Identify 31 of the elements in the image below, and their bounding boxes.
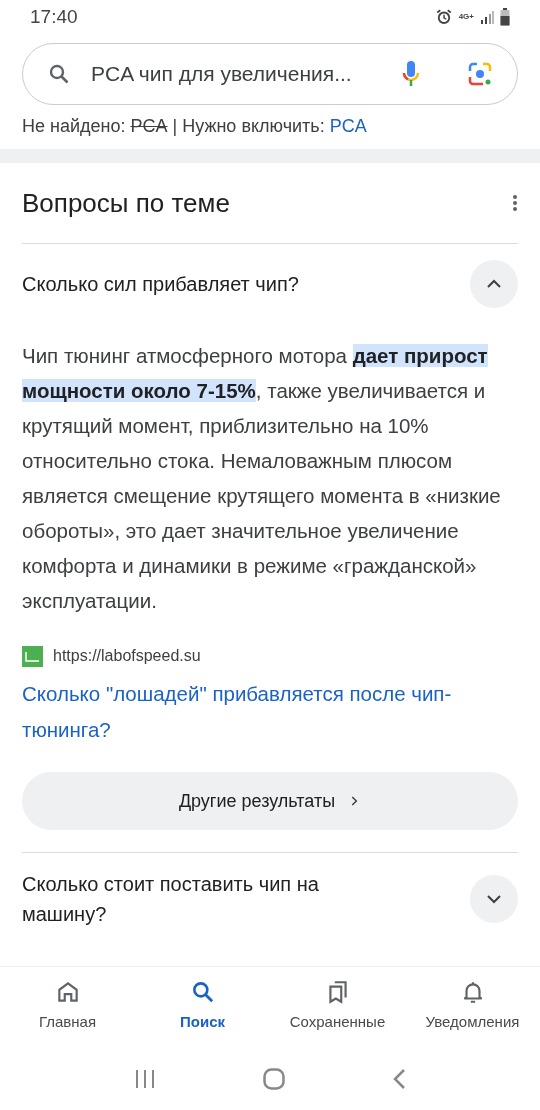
home-button-icon[interactable] [263,1068,285,1090]
chevron-up-icon [470,260,518,308]
back-icon[interactable] [392,1068,407,1090]
source-url: https://labofspeed.su [53,646,201,666]
site-logo-icon [22,645,43,667]
section-title: Вопросы по теме [22,186,230,220]
source-link[interactable]: Сколько "лошадей" прибавляется после чип-тюнинга? [22,676,518,748]
more-results-button[interactable]: Другие результаты [22,772,518,830]
nav-tab[interactable]: Уведомления [405,967,540,1048]
status-time: 17:40 [30,4,78,29]
question-row[interactable]: Сколько сил прибавляет чип? [22,244,518,324]
chevron-down-icon [470,875,518,923]
microphone-icon[interactable] [401,59,421,89]
answer-text: Чип тюнинг атмосферного мотора дает прирост мощности около 7-15%, также увеличивается и крутящий момент, приблизительно на 10% относительно стока. Немаловажным плюсом является смещение крутящего момента в «низкие обороты», это дает значительное увеличение комфорта и динамики в режиме «гражданской» эксплуатации. [22,343,502,614]
include-link[interactable]: PCA [329,113,367,141]
alarm-icon [434,8,453,26]
not-found-label: Не найдено: [22,115,126,138]
camera-search-icon[interactable] [467,61,493,87]
battery-icon [500,8,510,26]
more-options-icon[interactable] [512,194,518,212]
search-icon [47,62,71,86]
signal-icon [480,10,494,24]
nav-tab[interactable]: Главная [0,967,135,1048]
include-label: Нужно включить: [182,115,325,138]
nav-tab[interactable]: Поиск [135,967,270,1048]
excluded-term: PCA [130,115,168,138]
recent-apps-icon[interactable] [133,1069,156,1089]
question-row[interactable]: Сколько стоит поставить чип на машину? [22,853,518,945]
separator: | [172,115,178,138]
network-type: 4G+ [458,13,474,21]
nav-tab[interactable]: Сохраненные [270,967,405,1048]
